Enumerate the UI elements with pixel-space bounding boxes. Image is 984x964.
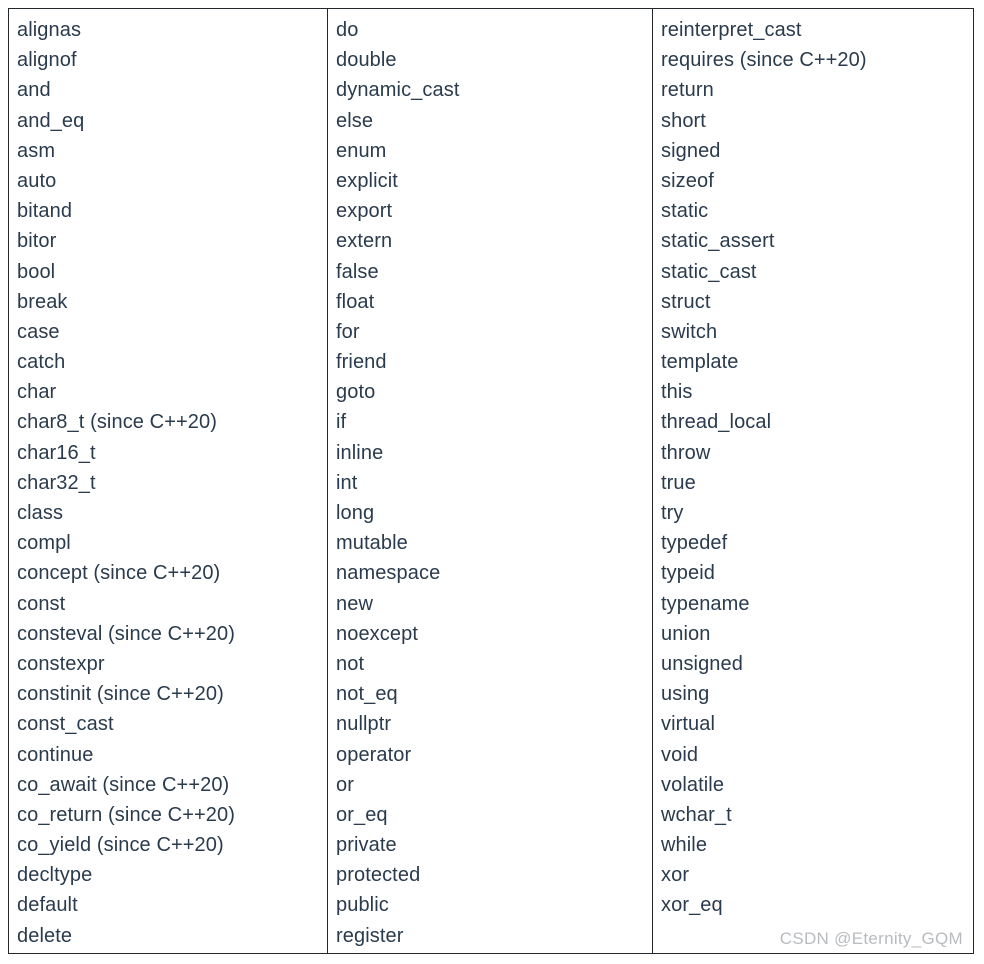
keyword-item: void (661, 743, 699, 766)
keyword-item: typename (661, 592, 750, 615)
keyword-item: const_cast (17, 713, 114, 736)
keyword-item: friend (336, 351, 387, 374)
keyword-item: while (661, 834, 708, 857)
keyword-column-2: do double dynamic_castelse enum explicit expo… (327, 9, 652, 953)
keyword-item: noexcept (336, 622, 418, 645)
keyword-item: true (661, 471, 696, 494)
keyword-item: default (17, 894, 78, 917)
keyword-item: signed (661, 139, 721, 162)
keyword-item: double (336, 49, 397, 72)
keyword-item: explicit (336, 169, 398, 192)
keyword-item: or (336, 773, 354, 796)
keyword-item: co_return (since C++20) (17, 803, 235, 826)
keyword-item: char32_t (17, 471, 96, 494)
keyword-item: private (336, 834, 397, 857)
keyword-table: alignas alignof and and_eqasm auto bitand bito… (8, 8, 974, 954)
keyword-item: long (336, 502, 375, 524)
keyword-item: else (336, 109, 374, 132)
keyword-item: constinit (since C++20) (17, 683, 224, 706)
keyword-item: static (661, 200, 709, 223)
keyword-item: asm (17, 139, 56, 162)
keyword-item: int (336, 471, 358, 494)
keyword-item: goto (336, 381, 376, 404)
keyword-item: or_eq (336, 803, 388, 826)
keyword-item: catch (17, 351, 66, 374)
keyword-item: xor_eq (661, 894, 723, 917)
keyword-item: volatile (661, 773, 725, 796)
keyword-item: char (17, 381, 57, 404)
keyword-item: return (661, 79, 714, 102)
keyword-item: break (17, 290, 68, 313)
keyword-item: nullptr (336, 713, 392, 736)
keyword-item: float (336, 290, 375, 313)
keyword-item: union (661, 622, 711, 645)
keyword-item: dynamic_cast (336, 79, 460, 102)
keyword-item: concept (since C++20) (17, 562, 221, 585)
keyword-item: consteval (since C++20) (17, 622, 235, 645)
keyword-item: compl (17, 532, 71, 555)
keyword-item: char16_t (17, 441, 96, 464)
keyword-item: typeid (661, 562, 715, 585)
keyword-item: alignas (17, 19, 82, 41)
keyword-item: if (336, 411, 347, 434)
keyword-item: const (17, 592, 66, 615)
keyword-item: protected (336, 864, 421, 887)
keyword-column-3: reinterpret_cast requires (since C++20) re… (652, 9, 973, 953)
keyword-item: auto (17, 169, 57, 192)
keyword-item: for (336, 320, 360, 343)
keyword-item: reinterpret_cast (661, 19, 802, 41)
keyword-item: throw (661, 441, 711, 464)
keyword-item: short (661, 109, 706, 132)
keyword-item: bitand (17, 200, 73, 223)
keyword-item: case (17, 320, 60, 343)
keyword-item: mutable (336, 532, 408, 555)
keyword-item: register (336, 924, 404, 947)
keyword-item: struct (661, 290, 711, 313)
keyword-item: thread_local (661, 411, 772, 434)
keyword-item: virtual (661, 713, 716, 736)
csdn-watermark: CSDN @Eternity_GQM (779, 929, 963, 948)
keyword-item: wchar_t (661, 803, 732, 826)
keyword-item: enum (336, 139, 387, 162)
keyword-item: co_await (since C++20) (17, 773, 230, 796)
keyword-item: namespace (336, 562, 441, 585)
keyword-item: template (661, 351, 739, 374)
keyword-item: static_cast (661, 260, 757, 283)
keyword-item: delete (17, 924, 73, 947)
keyword-item: decltype (17, 864, 93, 887)
keyword-item: char8_t (since C++20) (17, 411, 217, 434)
keyword-item: and_eq (17, 109, 85, 132)
keyword-item: false (336, 260, 379, 283)
keyword-item: export (336, 200, 393, 223)
keyword-item: not_eq (336, 683, 398, 706)
keyword-item: operator (336, 743, 412, 766)
keyword-item: sizeof (661, 169, 714, 192)
keyword-item: extern (336, 230, 393, 253)
keyword-item: public (336, 894, 389, 917)
keyword-item: unsigned (661, 652, 743, 675)
keyword-item: typedef (661, 532, 728, 555)
keyword-item: continue (17, 743, 94, 766)
keyword-item: xor (661, 864, 690, 887)
keyword-item: alignof (17, 49, 77, 72)
keyword-column-1: alignas alignof and and_eqasm auto bitand bito… (9, 9, 327, 953)
keyword-item: requires (since C++20) (661, 49, 867, 72)
keyword-item: switch (661, 320, 718, 343)
keyword-item: class (17, 502, 64, 524)
keyword-item: constexpr (17, 652, 105, 675)
keyword-item: not (336, 652, 365, 675)
keyword-item: this (661, 381, 693, 404)
keyword-item: bitor (17, 230, 57, 253)
keyword-item: bool (17, 260, 56, 283)
keyword-item: co_yield (since C++20) (17, 834, 224, 857)
keyword-item: try (661, 502, 684, 524)
keyword-item: inline (336, 441, 384, 464)
keyword-item: new (336, 592, 373, 615)
keyword-item: do (336, 19, 359, 41)
keyword-item: static_assert (661, 230, 775, 253)
keyword-item: and (17, 79, 51, 102)
keyword-item: using (661, 683, 710, 706)
